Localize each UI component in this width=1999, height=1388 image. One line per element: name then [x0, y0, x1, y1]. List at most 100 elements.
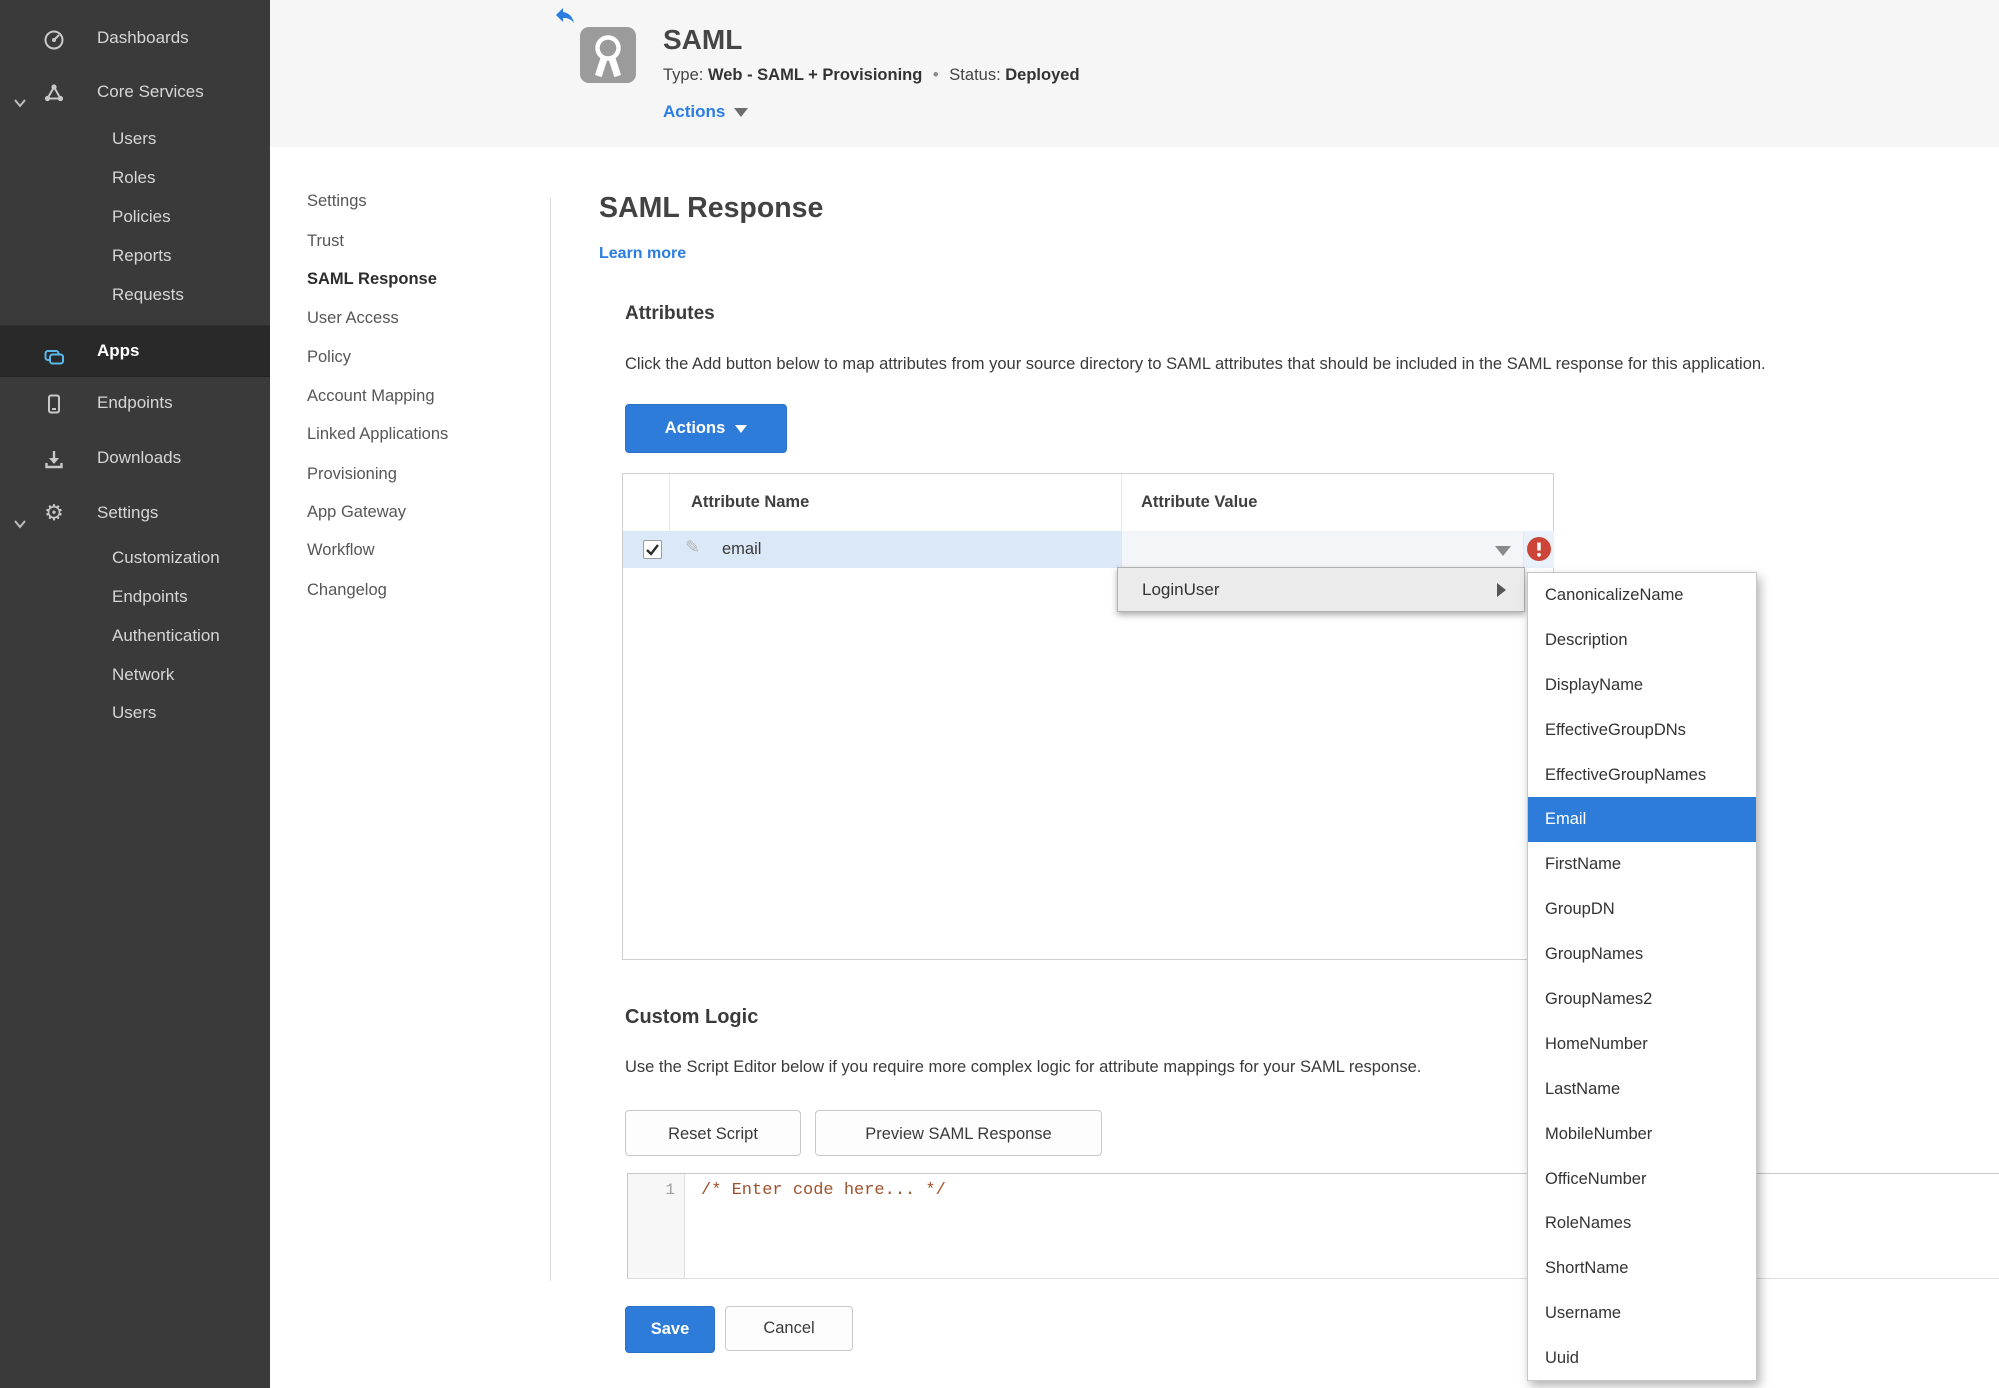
- sidebar-item-roles[interactable]: Roles: [0, 158, 270, 198]
- row-checkbox[interactable]: [643, 540, 662, 559]
- menu-item-email[interactable]: Email: [1528, 797, 1756, 843]
- sidebar-item-label: Core Services: [97, 82, 204, 101]
- download-icon: [42, 446, 66, 470]
- sidebar-item-core-services[interactable]: Core Services: [0, 72, 270, 112]
- table-row[interactable]: ✎ email: [623, 531, 1554, 568]
- tab-saml-response[interactable]: SAML Response: [307, 270, 527, 294]
- tab-changelog[interactable]: Changelog: [307, 581, 527, 605]
- menu-item-lastname[interactable]: LastName: [1528, 1067, 1756, 1112]
- header-actions-menu[interactable]: Actions: [663, 102, 749, 122]
- menu-item-displayname[interactable]: DisplayName: [1528, 663, 1756, 708]
- sidebar-item-settings-users[interactable]: Users: [0, 693, 270, 733]
- sidebar-item-network[interactable]: Network: [0, 655, 270, 695]
- menu-item-mobilenumber[interactable]: MobileNumber: [1528, 1112, 1756, 1157]
- tab-account-mapping[interactable]: Account Mapping: [307, 387, 527, 411]
- column-divider: [669, 474, 670, 531]
- sidebar-item-policies[interactable]: Policies: [0, 197, 270, 237]
- menu-item-shortname[interactable]: ShortName: [1528, 1246, 1756, 1291]
- custom-logic-heading: Custom Logic: [625, 1006, 759, 1028]
- sidebar-item-endpoints[interactable]: Endpoints: [0, 383, 270, 423]
- edit-pencil-icon[interactable]: ✎: [685, 537, 700, 558]
- mobile-device-icon: [42, 391, 66, 415]
- dropdown-caret-icon[interactable]: [1495, 546, 1511, 556]
- preview-saml-response-button[interactable]: Preview SAML Response: [815, 1110, 1102, 1156]
- tab-workflow[interactable]: Workflow: [307, 541, 527, 565]
- attribute-value-submenu: CanonicalizeName Description DisplayName…: [1527, 572, 1757, 1381]
- sidebar-item-label: Users: [112, 129, 157, 148]
- attributes-actions-button[interactable]: Actions: [625, 404, 787, 453]
- menu-item-groupnames[interactable]: GroupNames: [1528, 932, 1756, 977]
- menu-item-rolenames[interactable]: RoleNames: [1528, 1201, 1756, 1246]
- sidebar: Dashboards Core Services Users Roles Pol…: [0, 0, 270, 1388]
- sidebar-item-downloads[interactable]: Downloads: [0, 438, 270, 478]
- reset-script-button[interactable]: Reset Script: [625, 1110, 801, 1156]
- tab-app-gateway[interactable]: App Gateway: [307, 503, 527, 527]
- app-window: Dashboards Core Services Users Roles Pol…: [0, 0, 1999, 1388]
- menu-item-username[interactable]: Username: [1528, 1291, 1756, 1336]
- menu-item-homenumber[interactable]: HomeNumber: [1528, 1022, 1756, 1067]
- sidebar-item-requests[interactable]: Requests: [0, 275, 270, 315]
- sidebar-item-customization[interactable]: Customization: [0, 538, 270, 578]
- menu-item-effectivegroupdns[interactable]: EffectiveGroupDNs: [1528, 708, 1756, 753]
- learn-more-link[interactable]: Learn more: [599, 245, 686, 263]
- column-header-attribute-name: Attribute Name: [691, 493, 810, 511]
- table-header-row: Attribute Name Attribute Value: [623, 474, 1553, 531]
- sidebar-item-users[interactable]: Users: [0, 119, 270, 159]
- menu-item-canonicalizename[interactable]: CanonicalizeName: [1528, 573, 1756, 618]
- menu-item-groupdn[interactable]: GroupDN: [1528, 887, 1756, 932]
- menu-item-effectivegroupnames[interactable]: EffectiveGroupNames: [1528, 753, 1756, 798]
- tab-provisioning[interactable]: Provisioning: [307, 465, 527, 489]
- tab-settings[interactable]: Settings: [307, 192, 527, 216]
- sidebar-item-authentication[interactable]: Authentication: [0, 616, 270, 656]
- chevron-down-icon[interactable]: [12, 506, 28, 529]
- sidebar-item-settings-endpoints[interactable]: Endpoints: [0, 577, 270, 617]
- caret-down-icon: [735, 424, 748, 433]
- apps-icon: [42, 339, 66, 365]
- attribute-value-dropdown-trigger[interactable]: LoginUser: [1117, 567, 1525, 612]
- attributes-table: Attribute Name Attribute Value ✎ email: [622, 473, 1554, 960]
- app-meta: Type: Web - SAML + Provisioning • Status…: [663, 66, 1080, 85]
- sidebar-item-apps[interactable]: Apps: [0, 325, 270, 377]
- sidebar-item-dashboards[interactable]: Dashboards: [0, 18, 270, 58]
- code-line[interactable]: /* Enter code here... */: [701, 1181, 946, 1200]
- app-header: SAML Type: Web - SAML + Provisioning • S…: [270, 0, 1999, 147]
- dropdown-trigger-label: LoginUser: [1142, 580, 1220, 599]
- sidebar-item-label: Network: [112, 665, 175, 684]
- tab-trust[interactable]: Trust: [307, 232, 527, 256]
- sidebar-item-label: Reports: [112, 246, 172, 265]
- tab-policy[interactable]: Policy: [307, 348, 527, 372]
- menu-item-uuid[interactable]: Uuid: [1528, 1336, 1756, 1381]
- sidebar-item-settings[interactable]: ⚙ Settings: [0, 493, 270, 533]
- menu-item-description[interactable]: Description: [1528, 618, 1756, 663]
- row-status-strip: [1523, 531, 1554, 568]
- subnav-divider: [550, 198, 551, 1281]
- separator-dot: •: [932, 66, 939, 84]
- column-header-attribute-value: Attribute Value: [1141, 493, 1258, 511]
- sidebar-item-label: Downloads: [97, 448, 182, 467]
- type-value: Web - SAML + Provisioning: [707, 66, 923, 84]
- tab-linked-applications[interactable]: Linked Applications: [307, 425, 527, 449]
- custom-logic-description: Use the Script Editor below if you requi…: [625, 1058, 1422, 1076]
- menu-item-groupnames2[interactable]: GroupNames2: [1528, 977, 1756, 1022]
- attribute-value-cell[interactable]: [1121, 531, 1524, 568]
- submenu-arrow-icon: [1497, 583, 1506, 597]
- tab-user-access[interactable]: User Access: [307, 309, 527, 333]
- attributes-description: Click the Add button below to map attrib…: [625, 355, 1766, 373]
- sidebar-item-label: Users: [112, 703, 157, 722]
- type-label: Type:: [663, 66, 704, 84]
- save-button[interactable]: Save: [625, 1306, 715, 1353]
- cancel-button[interactable]: Cancel: [725, 1306, 853, 1351]
- column-divider: [1121, 474, 1122, 531]
- sidebar-item-reports[interactable]: Reports: [0, 236, 270, 276]
- attribute-name-cell[interactable]: email: [722, 531, 761, 568]
- sidebar-item-label: Roles: [112, 168, 156, 187]
- status-label: Status:: [949, 66, 1001, 84]
- saml-app-icon: [580, 27, 636, 83]
- back-arrow-icon[interactable]: [553, 3, 577, 27]
- sidebar-item-label: Policies: [112, 207, 171, 226]
- script-editor[interactable]: 1 /* Enter code here... */: [627, 1173, 1999, 1279]
- menu-item-firstname[interactable]: FirstName: [1528, 842, 1756, 887]
- chevron-down-icon[interactable]: [12, 85, 28, 108]
- sidebar-item-label: Apps: [97, 341, 140, 360]
- menu-item-officenumber[interactable]: OfficeNumber: [1528, 1157, 1756, 1202]
